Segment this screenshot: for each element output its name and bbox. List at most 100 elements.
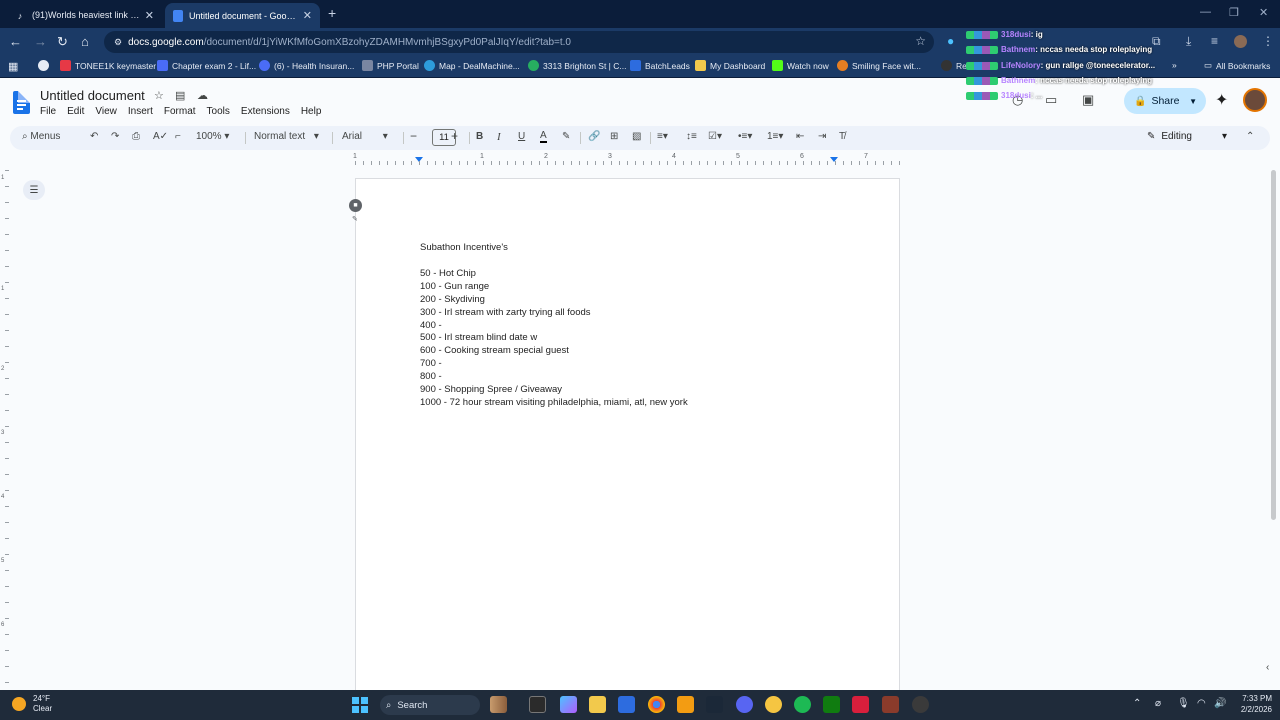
gemini-icon[interactable]: ✦ <box>1215 90 1228 110</box>
bookmark-item[interactable]: Smiling Face wit... <box>837 60 921 71</box>
network-icon[interactable]: ⌀ <box>1155 698 1161 709</box>
comments-icon[interactable]: ▭ <box>1045 92 1057 108</box>
spotify-icon[interactable] <box>794 696 811 713</box>
italic-icon[interactable]: I <box>497 131 501 143</box>
task-view-icon[interactable] <box>529 696 546 713</box>
document-title[interactable]: Untitled document <box>40 88 145 103</box>
menu-kebab-icon[interactable]: ⋮ <box>1262 34 1274 48</box>
menu-extensions[interactable]: Extensions <box>241 106 290 117</box>
account-avatar[interactable] <box>1243 88 1267 112</box>
bookmark-item[interactable]: Rel <box>941 60 969 71</box>
bookmark-item[interactable]: Watch now <box>772 60 829 71</box>
move-folder-icon[interactable]: ▤ <box>175 89 185 102</box>
extension-icon[interactable]: ● <box>947 34 954 48</box>
cloud-status-icon[interactable]: ☁ <box>197 89 208 102</box>
file-explorer-icon[interactable] <box>589 696 606 713</box>
steam-icon[interactable] <box>706 696 723 713</box>
editing-mode-select[interactable]: ✎ Editing ▾ <box>1147 131 1227 142</box>
show-hidden-icons-icon[interactable]: ⌃ <box>1133 698 1141 709</box>
line-spacing-icon[interactable]: ↕≡ <box>686 131 697 142</box>
profile-avatar[interactable] <box>1234 35 1247 48</box>
taskbar-clock[interactable]: 7:33 PM 2/2/2026 <box>1232 693 1272 715</box>
search-menus[interactable]: ⌕ Menus <box>22 131 60 142</box>
menu-view[interactable]: View <box>95 106 117 117</box>
star-icon[interactable]: ☆ <box>154 89 164 102</box>
bookmark-item[interactable]: PHP Portal <box>362 60 419 71</box>
browser-tab-docs[interactable]: Untitled document - Google Docs ✕ <box>165 3 320 28</box>
chevron-left-icon[interactable]: ‹ <box>1266 662 1269 673</box>
new-tab-icon[interactable]: + <box>328 5 336 21</box>
bookmark-item[interactable]: BatchLeads <box>630 60 690 71</box>
wifi-icon[interactable]: ◠ <box>1197 698 1206 709</box>
text-color-icon[interactable]: A <box>540 131 547 143</box>
underline-icon[interactable]: U <box>518 131 525 142</box>
vertical-scrollbar[interactable] <box>1271 170 1276 520</box>
paragraph-style-select[interactable]: Normal text ▾ <box>254 131 319 142</box>
meet-icon[interactable]: ▣ <box>1082 92 1094 108</box>
horizontal-ruler[interactable]: 1 1 2 3 4 5 6 7 <box>353 153 900 167</box>
bookmark-item[interactable]: My Dashboard <box>695 60 765 71</box>
taskbar-search[interactable]: ⌕ Search <box>380 695 480 715</box>
obs-icon[interactable] <box>912 696 929 713</box>
bookmark-globe-icon[interactable] <box>38 60 53 71</box>
volume-icon[interactable]: 🔊 <box>1214 698 1226 709</box>
close-icon[interactable]: ✕ <box>145 9 154 22</box>
numbered-list-icon[interactable]: 1≡▾ <box>767 131 783 142</box>
document-page[interactable]: ■ ✎ Subathon Incentive's 50 - Hot Chip 1… <box>349 178 900 698</box>
widgets-icon[interactable] <box>490 696 507 713</box>
bookmark-item[interactable]: TONEE1K keymaster <box>60 60 156 71</box>
menu-format[interactable]: Format <box>164 106 196 117</box>
bold-icon[interactable]: B <box>476 131 483 142</box>
menu-help[interactable]: Help <box>301 106 322 117</box>
bookmark-item[interactable]: (6) - Health Insuran... <box>259 60 354 71</box>
bookmark-item[interactable]: Map - DealMachine... <box>424 60 520 71</box>
checklist-icon[interactable]: ☑▾ <box>708 131 722 142</box>
maximize-icon[interactable]: ❐ <box>1229 6 1239 19</box>
bookmark-item[interactable]: Chapter exam 2 - Lif... <box>157 60 256 71</box>
add-comment-icon[interactable]: ⊞ <box>610 131 618 142</box>
bookmark-star-icon[interactable]: ☆ <box>915 34 926 48</box>
hide-menus-icon[interactable]: ⌃ <box>1246 131 1254 142</box>
right-indent-marker[interactable] <box>830 157 838 162</box>
back-icon[interactable]: ← <box>9 34 22 49</box>
reload-icon[interactable]: ↻ <box>57 34 68 50</box>
download-icon[interactable]: ⤓ <box>1186 34 1191 49</box>
zoom-select[interactable]: 100% ▾ <box>196 131 229 142</box>
insert-link-icon[interactable]: 🔗 <box>588 131 600 142</box>
reading-list-icon[interactable]: ≡ <box>1211 34 1218 48</box>
decrease-font-size-icon[interactable]: − <box>410 129 417 143</box>
highlight-icon[interactable]: ✎ <box>562 131 570 142</box>
bulleted-list-icon[interactable]: •≡▾ <box>738 131 752 142</box>
microphone-icon[interactable]: 🎙 <box>1177 698 1190 709</box>
spellcheck-icon[interactable]: A✓ <box>153 131 168 142</box>
notifications-app-icon[interactable] <box>765 696 782 713</box>
app-icon[interactable] <box>852 696 869 713</box>
menu-tools[interactable]: Tools <box>207 106 230 117</box>
bookmark-item[interactable]: 3313 Brighton St | C... <box>528 60 626 71</box>
menu-insert[interactable]: Insert <box>128 106 153 117</box>
forward-icon[interactable]: → <box>34 34 47 49</box>
print-icon[interactable]: ⎙ <box>132 131 140 142</box>
discord-icon[interactable] <box>736 696 753 713</box>
redo-icon[interactable]: ↷ <box>111 131 119 142</box>
align-icon[interactable]: ≡▾ <box>657 131 668 142</box>
more-bookmarks-icon[interactable]: » <box>1172 60 1177 70</box>
menu-edit[interactable]: Edit <box>67 106 84 117</box>
document-outline-icon[interactable]: ☰ <box>23 180 45 200</box>
cast-icon[interactable]: ⧉ <box>1152 34 1161 49</box>
apps-grid-icon[interactable]: ▦ <box>8 60 18 73</box>
address-bar[interactable]: ⚙ docs.google.com/document/d/1jYiWKfMfoG… <box>104 31 934 53</box>
copilot-icon[interactable] <box>560 696 577 713</box>
chevron-down-icon[interactable]: ▼ <box>1189 97 1197 106</box>
undo-icon[interactable]: ↶ <box>90 131 98 142</box>
close-icon[interactable]: ✕ <box>303 9 312 22</box>
font-select[interactable]: Arial ▾ <box>342 131 388 142</box>
insert-image-icon[interactable]: ▧ <box>632 131 641 142</box>
home-icon[interactable]: ⌂ <box>81 34 89 49</box>
document-body[interactable]: Subathon Incentive's 50 - Hot Chip 100 -… <box>420 242 688 410</box>
chrome-icon[interactable] <box>648 696 665 713</box>
windows-start-icon[interactable] <box>352 697 368 713</box>
increase-font-size-icon[interactable]: + <box>451 129 458 143</box>
menu-file[interactable]: File <box>40 106 56 117</box>
close-window-icon[interactable]: ✕ <box>1259 6 1268 19</box>
